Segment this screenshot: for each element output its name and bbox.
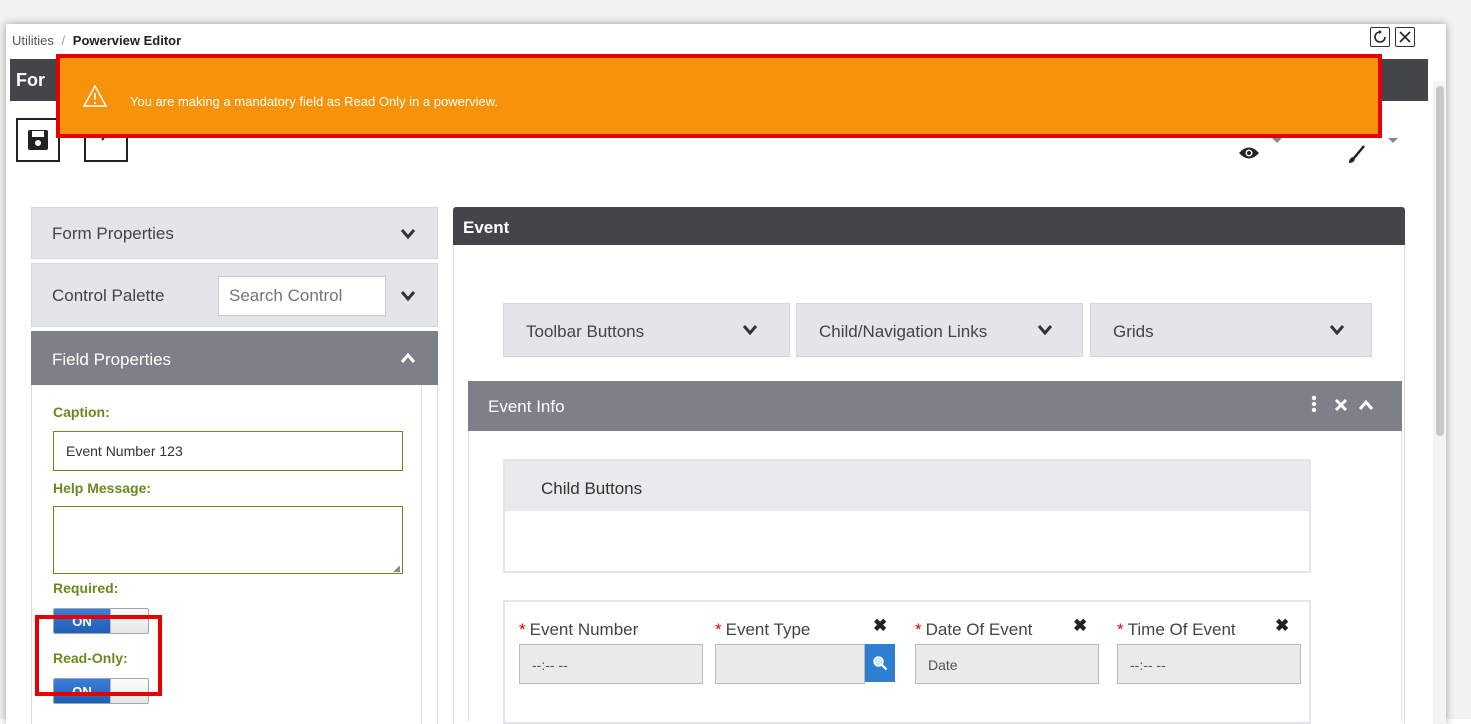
close-icon[interactable] [1334,398,1348,412]
child-navigation-links-label: Child/Navigation Links [819,322,988,341]
eye-icon [1239,147,1259,159]
event-title: Event [463,218,510,237]
fields-container: * Event Number --:-- -- * Event Type ✖ * Da… [503,600,1311,724]
required-marker: * [519,620,526,639]
event-type-input[interactable] [715,644,865,684]
control-palette-accordion[interactable]: Control Palette [31,263,438,327]
date-of-event-input[interactable]: Date [915,644,1099,684]
time-of-event-input[interactable]: --:-- -- [1117,644,1301,684]
preview-dropdown-caret[interactable] [1272,138,1282,143]
child-buttons-title: Child Buttons [541,479,643,498]
remove-date-of-event-icon[interactable]: ✖ [1073,616,1087,636]
event-type-label[interactable]: * Event Type [715,620,810,640]
form-properties-label: Form Properties [52,224,174,243]
remove-event-type-icon[interactable]: ✖ [873,616,887,636]
breadcrumb-utilities[interactable]: Utilities [12,33,54,48]
warning-icon [82,84,108,107]
date-of-event-label[interactable]: * Date Of Event [915,620,1032,640]
chevron-down-icon [1329,325,1345,336]
remove-time-of-event-icon[interactable]: ✖ [1275,616,1289,636]
grids-dropdown[interactable]: Grids [1090,303,1372,357]
vertical-scrollbar[interactable] [1433,81,1446,724]
help-message-textarea[interactable] [53,506,403,574]
warning-toast: You are making a mandatory field as Read… [56,54,1382,138]
scrollbar-thumb[interactable] [1436,86,1444,436]
warning-message: You are making a mandatory field as Read… [130,94,499,109]
panel-divider [421,385,422,724]
help-message-label: Help Message: [53,480,152,496]
style-button[interactable] [1346,144,1366,170]
caption-label: Caption: [53,404,110,420]
title-bar: Utilities / Powerview Editor [6,24,1446,58]
close-window-button[interactable] [1395,27,1415,47]
required-marker: * [715,620,722,639]
refresh-icon [1374,30,1386,43]
breadcrumb-current: Powerview Editor [72,33,182,48]
required-marker: * [915,620,922,639]
resize-grip-icon[interactable]: ◢ [393,563,400,574]
form-properties-accordion[interactable]: Form Properties [31,207,438,259]
read-only-highlight-box [35,615,162,696]
event-form-area: Event Toolbar Buttons Child/Navigation L… [453,207,1405,724]
event-number-input[interactable]: --:-- -- [519,644,703,684]
event-number-label[interactable]: * Event Number [519,620,638,640]
grids-label: Grids [1113,322,1154,341]
caption-input[interactable] [53,431,403,471]
chevron-down-icon [742,325,758,336]
field-properties-label: Field Properties [52,350,172,369]
event-info-title: Event Info [488,397,565,416]
chevron-up-icon [400,352,416,363]
child-buttons-header: Child Buttons [505,461,1309,511]
breadcrumb: Utilities / Powerview Editor [12,33,181,48]
breadcrumb-separator: / [61,33,66,48]
required-marker: * [1117,620,1124,639]
save-button[interactable] [16,118,60,162]
required-label: Required: [53,580,119,596]
search-icon [873,656,888,671]
preview-button[interactable] [1238,144,1260,167]
close-icon [1399,31,1411,43]
control-palette-label: Control Palette [52,286,165,305]
chevron-down-icon [1037,325,1053,336]
search-control-input[interactable] [218,276,386,316]
time-of-event-label[interactable]: * Time Of Event [1117,620,1236,640]
toolbar-buttons-dropdown[interactable]: Toolbar Buttons [503,303,790,357]
more-vertical-icon[interactable] [1311,395,1317,413]
brush-icon [1349,145,1365,163]
form-title: For [16,70,45,90]
refresh-window-button[interactable] [1370,27,1390,47]
chevron-up-icon[interactable] [1358,399,1374,411]
chevron-down-icon [400,229,416,240]
event-info-section-header[interactable]: Event Info [468,381,1402,431]
save-icon [28,130,48,150]
child-navigation-links-dropdown[interactable]: Child/Navigation Links [796,303,1083,357]
style-dropdown-caret[interactable] [1388,138,1398,143]
toolbar-buttons-label: Toolbar Buttons [526,322,645,341]
event-type-search-button[interactable] [865,644,895,682]
event-header: Event [453,207,1405,245]
field-properties-accordion[interactable]: Field Properties [31,331,438,385]
child-buttons-container: Child Buttons [503,459,1311,573]
chevron-down-icon [400,291,416,302]
